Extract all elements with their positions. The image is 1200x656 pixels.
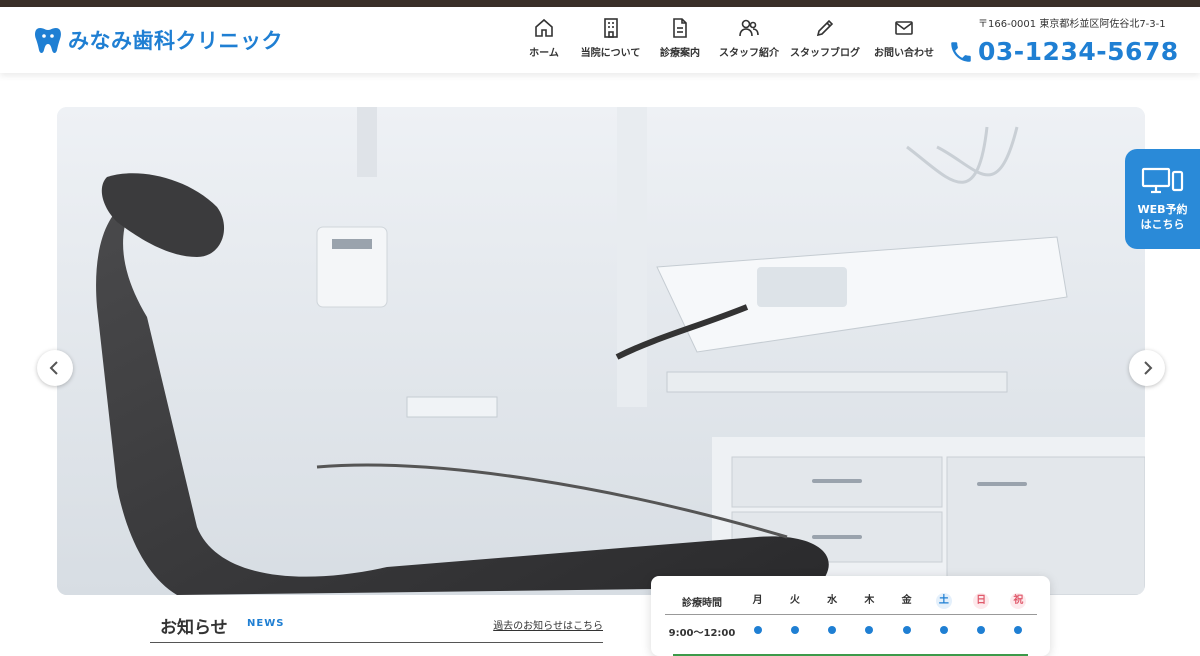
site-logo[interactable]: みなみ歯科クリニック (34, 25, 283, 55)
document-icon (673, 18, 687, 38)
news-archive-link[interactable]: 過去のお知らせはこちら (493, 617, 603, 632)
nav-contact-label: お問い合わせ (874, 48, 934, 59)
open-dot-icon (902, 625, 911, 634)
hours-day-label: 土 (935, 593, 952, 609)
hours-header-label: 診療時間 (665, 588, 739, 615)
devices-icon (1141, 167, 1183, 194)
hours-cell (925, 615, 962, 648)
news-title: お知らせ (160, 618, 228, 638)
dental-chair-photo (57, 107, 1145, 595)
open-dot-icon (790, 625, 799, 634)
mail-icon (895, 21, 913, 35)
hero-slider (57, 107, 1145, 595)
hours-cell (963, 615, 1000, 648)
nav-blog-label: スタッフブログ (790, 48, 860, 59)
top-accent-bar (0, 0, 1200, 7)
phone-number-text: 03-1234-5678 (978, 37, 1179, 66)
nav-services-label: 診療案内 (660, 48, 700, 59)
hours-time: 9:00〜12:00 (668, 627, 736, 639)
news-header: お知らせ NEWS 過去のお知らせはこちら (150, 600, 603, 643)
slider-prev-button[interactable] (37, 350, 73, 386)
phone-number[interactable]: 03-1234-5678 (948, 37, 1179, 66)
web-booking-label-1: WEB予約 (1137, 203, 1188, 216)
open-dot-icon (1014, 625, 1023, 634)
nav-home[interactable]: ホーム (520, 17, 568, 59)
phone-icon (951, 41, 971, 62)
hours-cell (739, 615, 776, 648)
tooth-icon (35, 28, 61, 53)
nav-about-label: 当院について (580, 48, 641, 59)
hours-day-5: 土 (925, 588, 963, 615)
hours-day-0: 月 (739, 588, 777, 615)
hours-day-label: 祝 (1010, 593, 1027, 609)
nav-home-label: ホーム (529, 48, 559, 59)
main-navigation: ホーム 当院について 診療案内 スタッフ紹介 スタッフブログ お問い合わせ (520, 17, 939, 59)
open-dot-icon (753, 625, 762, 634)
nav-contact[interactable]: お問い合わせ (869, 17, 939, 59)
home-icon (535, 18, 553, 37)
open-dot-icon (828, 625, 837, 634)
open-dot-icon (939, 625, 948, 634)
hours-cell (888, 615, 925, 648)
open-dot-icon (977, 625, 986, 634)
chevron-left-icon (49, 361, 58, 375)
open-dot-icon (865, 625, 874, 634)
hours-header-row: 診療時間 月 火 水 木 金 土 日 祝 (665, 588, 1037, 615)
hours-day-label: 日 (973, 593, 990, 609)
web-booking-button[interactable]: WEB予約 はこちら (1125, 149, 1200, 249)
nav-blog[interactable]: スタッフブログ (787, 17, 863, 59)
office-hours-table: 診療時間 月 火 水 木 金 土 日 祝 9:00〜12:00 (665, 588, 1037, 647)
hours-cell (851, 615, 888, 648)
chevron-right-icon (1144, 361, 1153, 375)
hours-day-label: 月 (752, 595, 763, 606)
nav-staff-label: スタッフ紹介 (719, 48, 779, 59)
hours-day-1: 火 (776, 588, 814, 615)
nav-services[interactable]: 診療案内 (651, 17, 709, 59)
building-icon (603, 18, 618, 38)
slider-next-button[interactable] (1129, 350, 1165, 386)
hours-day-7: 祝 (999, 588, 1037, 615)
pencil-icon (816, 19, 834, 37)
hours-day-3: 木 (850, 588, 888, 615)
hours-cell (1000, 615, 1037, 648)
hours-day-4: 金 (888, 588, 926, 615)
hours-day-label: 金 (901, 595, 912, 606)
web-booking-label-2: はこちら (1140, 218, 1185, 231)
clinic-address: 〒166-0001 東京都杉並区阿佐谷北7-3-1 (978, 19, 1166, 30)
hours-cell (776, 615, 813, 648)
hours-day-label: 木 (864, 595, 875, 606)
logo-text: みなみ歯科クリニック (68, 29, 283, 53)
hours-body: 9:00〜12:00 (665, 615, 1037, 648)
hours-row: 9:00〜12:00 (665, 615, 1037, 648)
nav-about[interactable]: 当院について (574, 17, 647, 59)
hours-day-6: 日 (962, 588, 1000, 615)
news-subtitle: NEWS (247, 618, 285, 629)
office-hours-card: 診療時間 月 火 水 木 金 土 日 祝 9:00〜12:00 (651, 576, 1050, 656)
hours-day-label: 水 (827, 595, 838, 606)
hours-day-label: 火 (789, 595, 800, 606)
people-icon (739, 19, 759, 37)
nav-staff[interactable]: スタッフ紹介 (715, 17, 783, 59)
hours-day-2: 水 (813, 588, 851, 615)
site-header: みなみ歯科クリニック ホーム 当院について 診療案内 スタッフ紹介 スタッフブロ… (0, 7, 1200, 73)
hours-cell (814, 615, 851, 648)
